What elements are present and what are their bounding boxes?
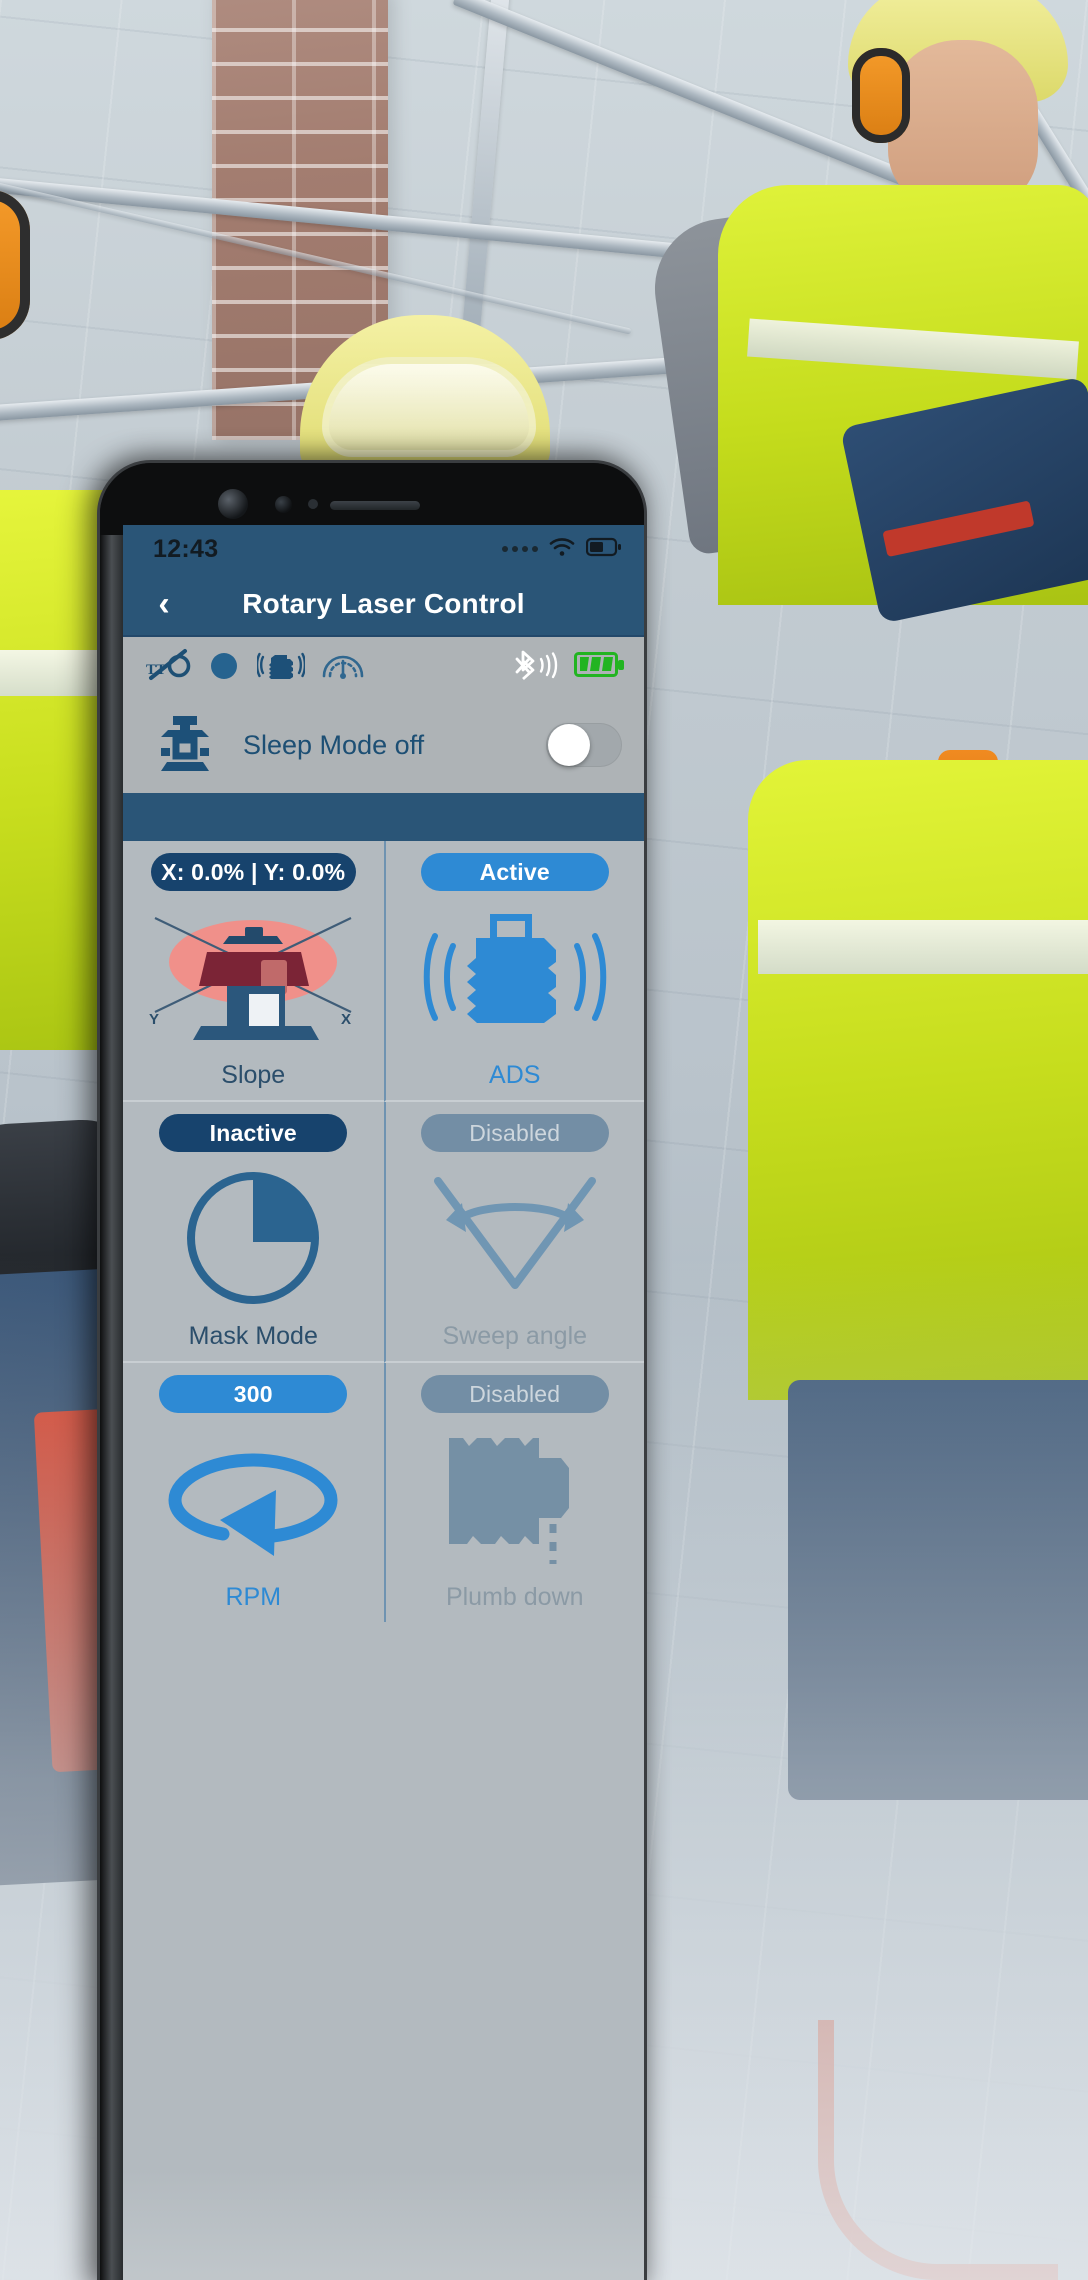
sweep-angle-status-pill: Disabled xyxy=(420,1114,609,1152)
function-card-grid: X: 0.0% | Y: 0.0% Y X Slope Active ADS I… xyxy=(123,841,644,1622)
ads-status-pill[interactable]: Active xyxy=(420,853,609,891)
phone-mockup: 12:43 ‹ Rotary Laser Control TT Sleep Mo… xyxy=(97,460,647,2280)
phone-screen: 12:43 ‹ Rotary Laser Control TT Sleep Mo… xyxy=(123,525,644,2280)
bluetooth-connected-icon[interactable] xyxy=(510,648,560,687)
back-button[interactable]: ‹ xyxy=(141,587,187,621)
mask-mode-status-pill[interactable]: Inactive xyxy=(159,1114,348,1152)
svg-text:X: X xyxy=(341,1011,351,1028)
card-ads[interactable]: Active ADS xyxy=(383,841,644,1102)
mask-mode-caption: Mask Mode xyxy=(188,1322,318,1350)
svg-text:Y: Y xyxy=(149,1011,159,1028)
plumb-down-status-pill: Disabled xyxy=(420,1375,609,1413)
slope-laser-icon: Y X xyxy=(143,897,363,1057)
sweep-angle-caption: Sweep angle xyxy=(442,1322,588,1350)
card-sweep-angle[interactable]: Disabled Sweep angle xyxy=(383,1102,644,1363)
wifi-icon xyxy=(548,536,576,563)
page-title: Rotary Laser Control xyxy=(242,588,525,619)
device-status-toolbar: TT xyxy=(123,635,644,697)
signal-dots-icon xyxy=(502,546,538,552)
receiver-sensitivity-icon[interactable] xyxy=(321,648,365,687)
card-mask-mode[interactable]: Inactive Mask Mode xyxy=(123,1102,384,1363)
sensor-icon xyxy=(275,496,292,513)
earpiece-speaker xyxy=(330,501,420,510)
section-divider-band xyxy=(123,793,644,841)
temp-compensation-off-icon[interactable]: TT xyxy=(145,648,191,687)
sleep-mode-row[interactable]: Sleep Mode off xyxy=(123,697,644,793)
sleep-mode-label: Sleep Mode off xyxy=(243,729,425,760)
status-bar: 12:43 xyxy=(123,525,644,573)
screen-bottom-fade xyxy=(123,2170,644,2280)
device-status-right-icons xyxy=(510,648,626,687)
slope-status-pill[interactable]: X: 0.0% | Y: 0.0% xyxy=(150,853,356,891)
rpm-caption: RPM xyxy=(225,1583,282,1611)
card-rpm[interactable]: 300 RPM xyxy=(123,1363,384,1622)
ads-vibration-icon xyxy=(415,897,615,1057)
slope-caption: Slope xyxy=(221,1061,286,1089)
plumb-down-icon xyxy=(425,1419,605,1579)
rpm-status-pill[interactable]: 300 xyxy=(159,1375,348,1413)
status-system-icons xyxy=(502,536,622,563)
app-bar: ‹ Rotary Laser Control xyxy=(123,573,644,635)
plumb-down-caption: Plumb down xyxy=(445,1583,584,1611)
toggle-knob xyxy=(548,724,590,766)
battery-icon xyxy=(585,537,622,562)
status-time: 12:43 xyxy=(153,534,219,563)
laser-dot-icon[interactable] xyxy=(207,648,241,687)
card-plumb-down[interactable]: Disabled Plumb down xyxy=(383,1363,645,1622)
device-battery-icon xyxy=(574,650,626,685)
ads-caption: ADS xyxy=(489,1061,541,1089)
mask-mode-pie-icon xyxy=(173,1158,333,1318)
card-row: Inactive Mask Mode Disabled Sweep angle xyxy=(123,1102,644,1363)
rotation-arrow-icon xyxy=(158,1419,348,1579)
card-row: 300 RPM Disabled Plumb down xyxy=(123,1363,644,1622)
shock-warning-icon[interactable] xyxy=(255,648,307,687)
sensor-icon xyxy=(308,499,318,509)
laser-tool-icon xyxy=(149,710,221,781)
device-status-left-icons: TT xyxy=(145,648,365,687)
sweep-angle-icon xyxy=(420,1158,610,1318)
card-row: X: 0.0% | Y: 0.0% Y X Slope Active ADS xyxy=(123,841,644,1102)
sleep-mode-toggle[interactable] xyxy=(546,723,622,767)
card-slope[interactable]: X: 0.0% | Y: 0.0% Y X Slope xyxy=(123,841,384,1102)
front-camera-icon xyxy=(218,489,248,519)
